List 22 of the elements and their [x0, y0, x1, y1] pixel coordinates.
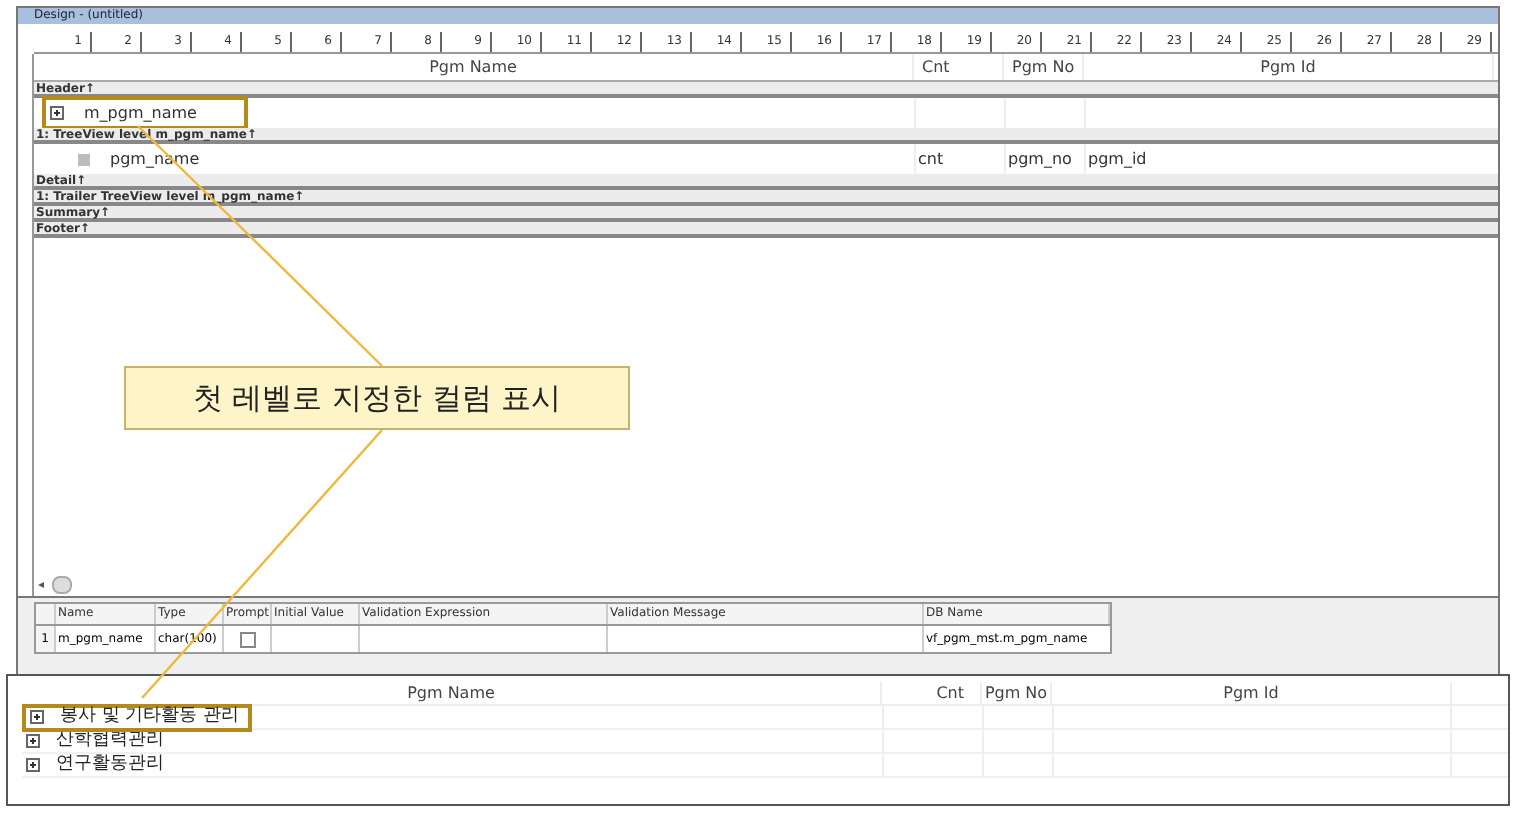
column-header: Cnt	[914, 54, 1004, 80]
prompt-checkbox[interactable]	[239, 631, 255, 647]
column-header: Pgm Name	[34, 54, 914, 80]
column-header: Cnt	[882, 682, 982, 704]
expand-icon[interactable]	[26, 734, 40, 748]
tree-label[interactable]: 연구활동관리	[56, 751, 164, 779]
field-name: m_pgm_name	[84, 101, 197, 125]
field-name: pgm_no	[1008, 147, 1072, 171]
column-header: Pgm Id	[1052, 682, 1452, 704]
field-name: cnt	[918, 147, 944, 171]
column-header: Pgm No	[982, 682, 1052, 704]
expand-icon[interactable]	[30, 710, 44, 724]
column-header: Pgm No	[1004, 54, 1084, 80]
leaf-icon	[78, 153, 90, 165]
tree-label[interactable]: 산학협력관리	[56, 727, 164, 755]
expand-icon[interactable]	[50, 106, 64, 120]
field-name: pgm_id	[1088, 147, 1147, 171]
callout: 첫 레벨로 지정한 컬럼 표시	[124, 366, 630, 430]
tree-label[interactable]: 봉사 및 기타활동 관리	[60, 703, 240, 731]
scroll-thumb[interactable]	[52, 575, 73, 593]
expand-icon[interactable]	[26, 758, 40, 772]
column-header: Pgm Id	[1084, 54, 1494, 80]
